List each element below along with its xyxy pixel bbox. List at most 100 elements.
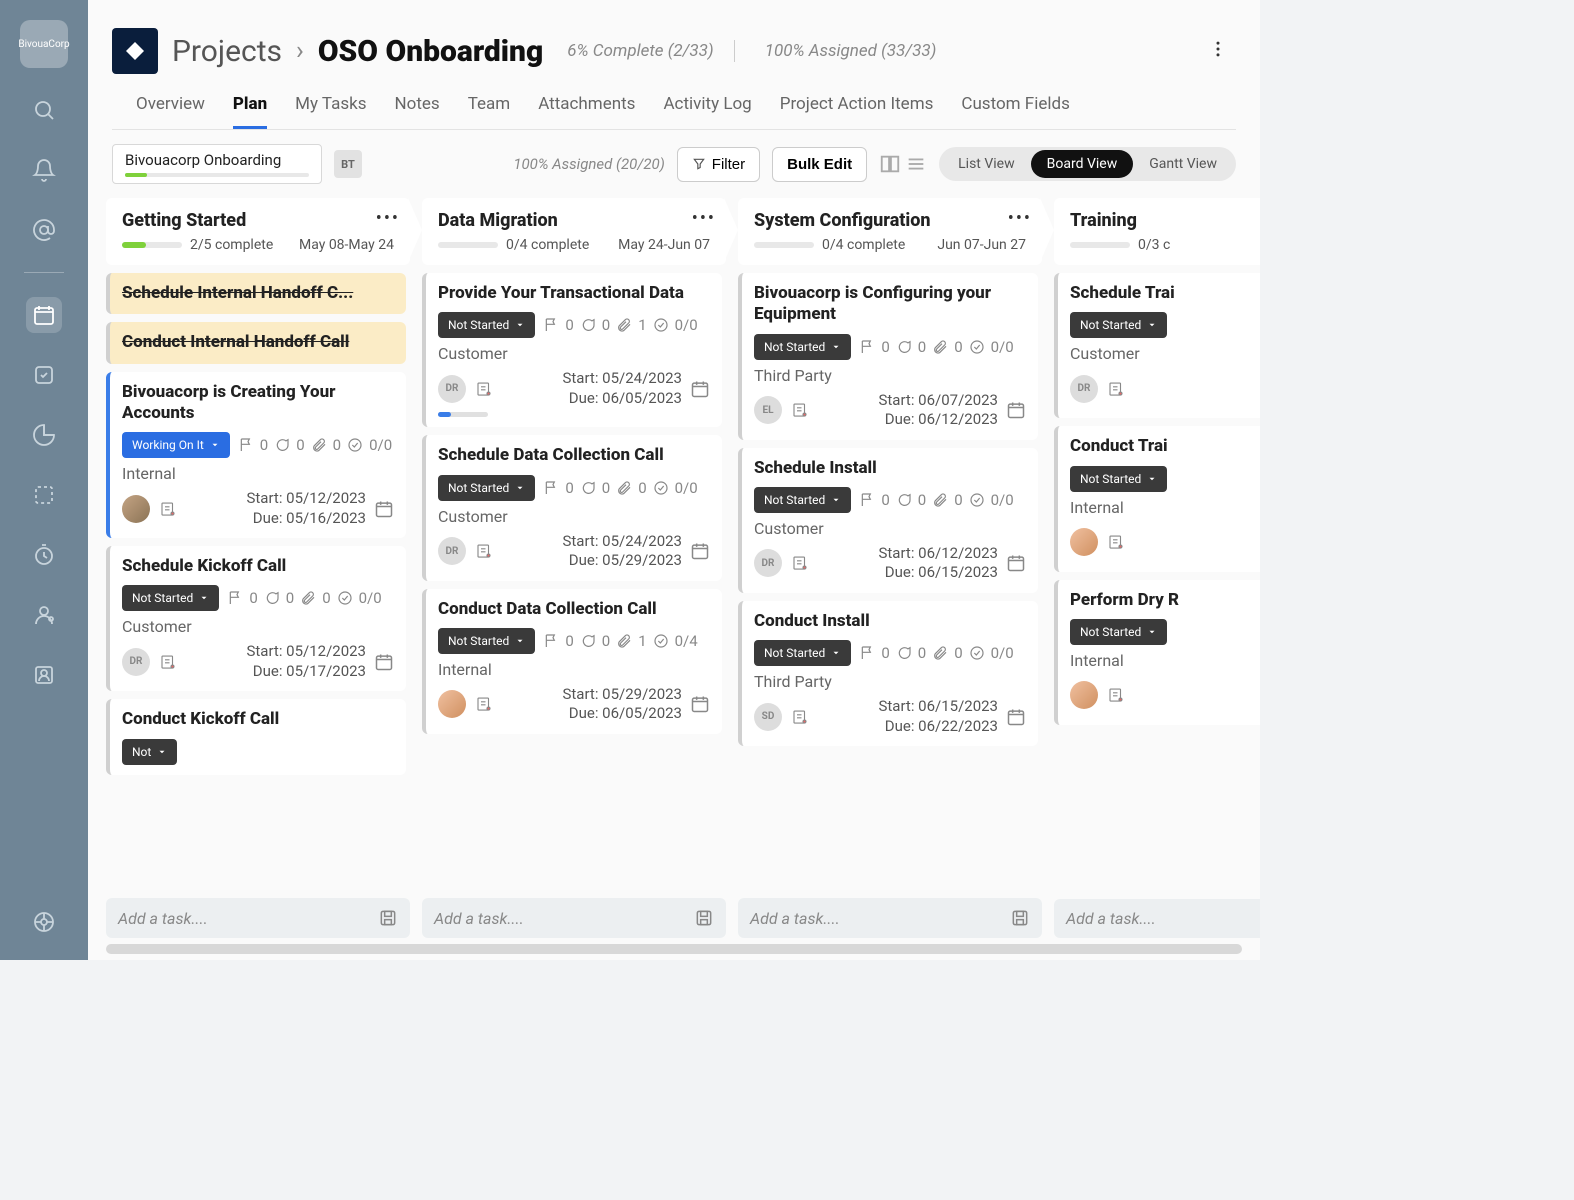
view-board-view[interactable]: Board View	[1031, 150, 1134, 178]
filter-button[interactable]: Filter	[677, 147, 760, 182]
complete-stat: 6% Complete (2/33)	[567, 41, 713, 61]
card-owner: Third Party	[754, 366, 1026, 385]
task-card[interactable]: Conduct Internal Handoff Call	[106, 322, 406, 363]
assignee-avatar[interactable]: DR	[1070, 375, 1098, 403]
templates-icon[interactable]	[26, 477, 62, 513]
column-body: Provide Your Transactional Data Not Star…	[422, 273, 726, 890]
add-task-input[interactable]: Add a task....	[738, 898, 1042, 938]
card-stats: 0010/4	[543, 632, 697, 650]
assignee-avatar[interactable]: EL	[754, 396, 782, 424]
at-icon[interactable]	[26, 212, 62, 248]
task-card[interactable]: Conduct Install Not Started 0000/0 Third…	[738, 601, 1038, 746]
project-chip-avatar[interactable]: BT	[334, 150, 362, 178]
column-complete-text: 0/4 complete	[822, 237, 905, 253]
task-card[interactable]: Schedule Data Collection Call Not Starte…	[422, 435, 722, 580]
card-title: Conduct Data Collection Call	[438, 599, 710, 620]
card-title: Provide Your Transactional Data	[438, 283, 710, 304]
card-owner: Internal	[438, 660, 710, 679]
view-gantt-view[interactable]: Gantt View	[1133, 150, 1233, 178]
assignee-avatar[interactable]: SD	[754, 703, 782, 731]
org-logo[interactable]: BivouaCorp	[20, 20, 68, 68]
time-icon[interactable]	[26, 537, 62, 573]
layout-icons[interactable]	[879, 153, 927, 175]
task-card[interactable]: Conduct Kickoff Call Not	[106, 699, 406, 774]
status-pill[interactable]: Not Started	[754, 640, 851, 666]
status-pill[interactable]: Not Started	[122, 585, 219, 611]
help-icon[interactable]	[26, 904, 62, 940]
status-pill[interactable]: Not Started	[1070, 466, 1167, 492]
project-icon	[112, 28, 158, 74]
card-dates: Start: 06/07/2023Due: 06/12/2023	[878, 391, 998, 430]
assignee-avatar[interactable]: DR	[754, 549, 782, 577]
column-menu-icon[interactable]: •••	[1008, 208, 1032, 229]
card-title: Perform Dry R	[1070, 590, 1260, 611]
status-pill[interactable]: Not Started	[438, 475, 535, 501]
assignee-avatar[interactable]	[438, 690, 466, 718]
status-pill[interactable]: Not Started	[1070, 312, 1167, 338]
status-pill[interactable]: Not Started	[754, 334, 851, 360]
tab-project-action-items[interactable]: Project Action Items	[780, 94, 934, 129]
project-chip[interactable]: Bivouacorp Onboarding	[112, 144, 322, 184]
tab-custom-fields[interactable]: Custom Fields	[961, 94, 1069, 129]
column-menu-icon[interactable]: •••	[376, 208, 400, 229]
tab-attachments[interactable]: Attachments	[538, 94, 635, 129]
status-pill[interactable]: Not Started	[438, 628, 535, 654]
tab-my-tasks[interactable]: My Tasks	[295, 94, 366, 129]
assignee-avatar[interactable]	[122, 495, 150, 523]
users-icon[interactable]	[26, 597, 62, 633]
add-task-input[interactable]: Add a task....	[422, 898, 726, 938]
tab-team[interactable]: Team	[468, 94, 511, 129]
status-pill[interactable]: Working On It	[122, 432, 230, 458]
status-pill[interactable]: Not Started	[438, 312, 535, 338]
column-body: Bivouacorp is Configuring your Equipment…	[738, 273, 1042, 890]
add-task-input[interactable]: Add a task....	[106, 898, 410, 938]
task-card[interactable]: Bivouacorp is Creating Your Accounts Wor…	[106, 372, 406, 539]
task-card[interactable]: Schedule Install Not Started 0000/0 Cust…	[738, 448, 1038, 593]
task-card[interactable]: Provide Your Transactional Data Not Star…	[422, 273, 722, 427]
status-pill[interactable]: Not	[122, 739, 177, 765]
column-header: Data Migration ••• 0/4 complete May 24-J…	[422, 198, 726, 265]
search-icon[interactable]	[26, 92, 62, 128]
status-pill[interactable]: Not Started	[754, 487, 851, 513]
assignee-avatar[interactable]: DR	[122, 648, 150, 676]
card-dates: Start: 05/29/2023Due: 06/05/2023	[562, 685, 682, 724]
tabs: Overview Plan My Tasks Notes Team Attachments…	[112, 74, 1236, 130]
card-dates: Start: 05/24/2023Due: 06/05/2023	[562, 369, 682, 408]
breadcrumb-root[interactable]: Projects	[172, 34, 282, 69]
breadcrumb: Projects › OSO Onboarding 6% Complete (2…	[112, 28, 1236, 74]
tab-activity-log[interactable]: Activity Log	[663, 94, 751, 129]
card-owner: Internal	[1070, 498, 1260, 517]
assignee-avatar[interactable]	[1070, 681, 1098, 709]
task-card[interactable]: Conduct Data Collection Call Not Started…	[422, 589, 722, 734]
tasks-icon[interactable]	[26, 357, 62, 393]
assignee-avatar[interactable]: DR	[438, 375, 466, 403]
card-owner: Internal	[1070, 651, 1260, 670]
contacts-icon[interactable]	[26, 657, 62, 693]
view-segmented: List ViewBoard ViewGantt View	[939, 147, 1236, 181]
tab-overview[interactable]: Overview	[136, 94, 205, 129]
bell-icon[interactable]	[26, 152, 62, 188]
projects-icon[interactable]	[26, 297, 62, 333]
status-pill[interactable]: Not Started	[1070, 619, 1167, 645]
assignee-avatar[interactable]	[1070, 528, 1098, 556]
card-title: Bivouacorp is Creating Your Accounts	[122, 382, 394, 425]
card-stats: 0000/0	[227, 589, 381, 607]
task-card[interactable]: Schedule Kickoff Call Not Started 0000/0…	[106, 546, 406, 691]
assignee-avatar[interactable]: DR	[438, 537, 466, 565]
task-card[interactable]: Perform Dry R Not StartedInternal StD	[1054, 580, 1260, 725]
bulk-edit-button[interactable]: Bulk Edit	[772, 147, 867, 182]
task-card[interactable]: Conduct Trai Not StartedInternal StD	[1054, 426, 1260, 571]
assigned-stat: 100% Assigned (33/33)	[765, 41, 937, 61]
add-task-input[interactable]: Add a task....	[1054, 899, 1260, 938]
horizontal-scrollbar[interactable]	[106, 944, 1242, 954]
more-menu-icon[interactable]	[1200, 31, 1236, 71]
task-card[interactable]: Schedule Internal Handoff C...	[106, 273, 406, 314]
reports-icon[interactable]	[26, 417, 62, 453]
task-card[interactable]: Schedule Trai Not StartedCustomer DR StD	[1054, 273, 1260, 418]
column-menu-icon[interactable]: •••	[692, 208, 716, 229]
card-dates: Start: 05/12/2023Due: 05/17/2023	[246, 642, 366, 681]
task-card[interactable]: Bivouacorp is Configuring your Equipment…	[738, 273, 1038, 440]
view-list-view[interactable]: List View	[942, 150, 1031, 178]
tab-plan[interactable]: Plan	[233, 94, 267, 129]
tab-notes[interactable]: Notes	[395, 94, 440, 129]
